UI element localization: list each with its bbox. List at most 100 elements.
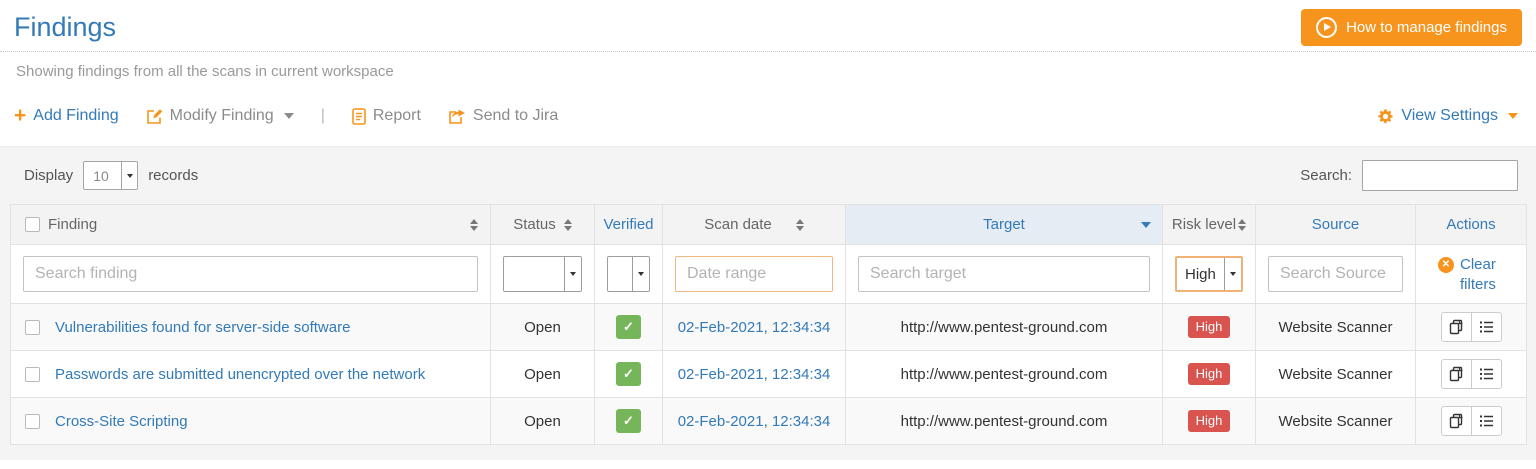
target-cell: http://www.pentest-ground.com [846,304,1163,351]
target-cell: http://www.pentest-ground.com [846,398,1163,445]
column-header-finding[interactable]: Finding [11,205,491,245]
add-finding-label: Add Finding [33,107,118,125]
table-search-input[interactable] [1362,160,1518,191]
table-row: Passwords are submitted unencrypted over… [11,351,1527,398]
verified-check-icon: ✓ [616,409,641,433]
table-panel: Display 10 records Search: [0,146,1536,460]
plus-icon: + [14,108,26,124]
column-header-status[interactable]: Status [491,205,595,245]
details-list-button[interactable] [1471,406,1502,436]
sort-icon [470,219,478,231]
play-circle-icon [1316,17,1337,38]
sort-icon [564,219,572,231]
details-list-button[interactable] [1471,312,1502,342]
risk-level-header-label: Risk level [1172,216,1236,233]
table-controls: Display 10 records Search: [10,160,1526,204]
add-finding-button[interactable]: + Add Finding [14,107,119,125]
column-header-source[interactable]: Source [1256,205,1416,245]
select-all-checkbox[interactable] [25,217,40,232]
source-filter-input[interactable] [1268,256,1403,292]
view-settings-label: View Settings [1401,107,1498,125]
records-per-page-value: 10 [84,162,121,189]
how-to-button-label: How to manage findings [1346,19,1507,36]
copy-button[interactable] [1441,406,1472,436]
risk-badge: High [1188,316,1231,338]
row-checkbox[interactable] [25,320,40,335]
status-cell: Open [491,398,595,445]
status-filter-select[interactable] [503,256,582,292]
row-checkbox[interactable] [25,367,40,382]
report-document-icon [352,108,366,125]
gear-icon [1377,108,1394,125]
finding-link[interactable]: Passwords are submitted unencrypted over… [55,366,425,383]
clear-filters-label: Clear filters [1460,255,1504,295]
sort-icon [1238,219,1246,231]
table-search-control: Search: [1300,160,1518,191]
select-arrow-icon [632,257,649,291]
table-row: Vulnerabilities found for server-side so… [11,304,1527,351]
verified-check-icon: ✓ [616,362,641,386]
status-header-label: Status [513,216,556,233]
finding-link[interactable]: Cross-Site Scripting [55,413,188,430]
how-to-manage-findings-button[interactable]: How to manage findings [1301,9,1522,46]
source-cell: Website Scanner [1256,351,1416,398]
source-cell: Website Scanner [1256,398,1416,445]
page-subtitle: Showing findings from all the scans in c… [0,52,1536,80]
verified-filter-value [608,257,632,291]
records-label: records [148,167,198,184]
chevron-down-icon [1508,113,1518,119]
target-filter-input[interactable] [858,256,1150,292]
date-range-filter-input[interactable] [675,256,833,292]
risk-filter-value: High [1177,258,1224,290]
display-records-control: Display 10 records [24,161,198,190]
select-arrow-icon [1224,258,1241,290]
source-header-label: Source [1312,216,1360,233]
report-label: Report [373,107,421,125]
status-filter-value [504,257,564,291]
scan-date-link[interactable]: 02-Feb-2021, 12:34:34 [678,413,831,430]
status-cell: Open [491,351,595,398]
copy-button[interactable] [1441,312,1472,342]
scan-date-header-label: Scan date [704,216,772,233]
column-header-verified[interactable]: Verified [595,205,663,245]
row-checkbox[interactable] [25,414,40,429]
scan-date-link[interactable]: 02-Feb-2021, 12:34:34 [678,319,831,336]
send-to-jira-button[interactable]: Send to Jira [448,107,558,125]
modify-finding-button[interactable]: Modify Finding [146,107,294,125]
copy-button[interactable] [1441,359,1472,389]
view-settings-button[interactable]: View Settings [1377,107,1518,125]
risk-badge: High [1188,363,1231,385]
verified-filter-select[interactable] [607,256,650,292]
edit-pencil-icon [146,108,163,125]
column-header-actions: Actions [1416,205,1527,245]
target-header-label: Target [983,216,1025,233]
scan-date-link[interactable]: 02-Feb-2021, 12:34:34 [678,366,831,383]
clear-filters-button[interactable]: ✕ Clear filters [1428,253,1514,295]
records-per-page-select[interactable]: 10 [83,161,138,190]
column-header-risk-level[interactable]: Risk level [1163,205,1256,245]
table-row: Cross-Site Scripting Open ✓ 02-Feb-2021,… [11,398,1527,445]
top-bar: Findings How to manage findings [0,0,1536,46]
column-header-target[interactable]: Target [846,205,1163,245]
risk-level-filter-select[interactable]: High [1175,256,1243,292]
report-button[interactable]: Report [352,107,421,125]
findings-page: Findings How to manage findings Showing … [0,0,1536,469]
target-cell: http://www.pentest-ground.com [846,351,1163,398]
verified-header-label: Verified [603,216,653,233]
select-arrow-icon [121,162,137,189]
search-label: Search: [1300,167,1352,184]
table-filter-row: High ✕ Clear filters [11,245,1527,304]
column-header-scan-date[interactable]: Scan date [663,205,846,245]
select-arrow-icon [564,257,581,291]
verified-check-icon: ✓ [616,315,641,339]
details-list-button[interactable] [1471,359,1502,389]
status-cell: Open [491,304,595,351]
source-cell: Website Scanner [1256,304,1416,351]
toolbar-separator: | [321,107,325,125]
page-title: Findings [14,8,116,46]
findings-table: Finding Status Verified [10,204,1527,445]
finding-filter-input[interactable] [23,256,478,292]
send-to-jira-label: Send to Jira [473,107,558,125]
chevron-down-icon [284,113,294,119]
finding-link[interactable]: Vulnerabilities found for server-side so… [55,319,350,336]
